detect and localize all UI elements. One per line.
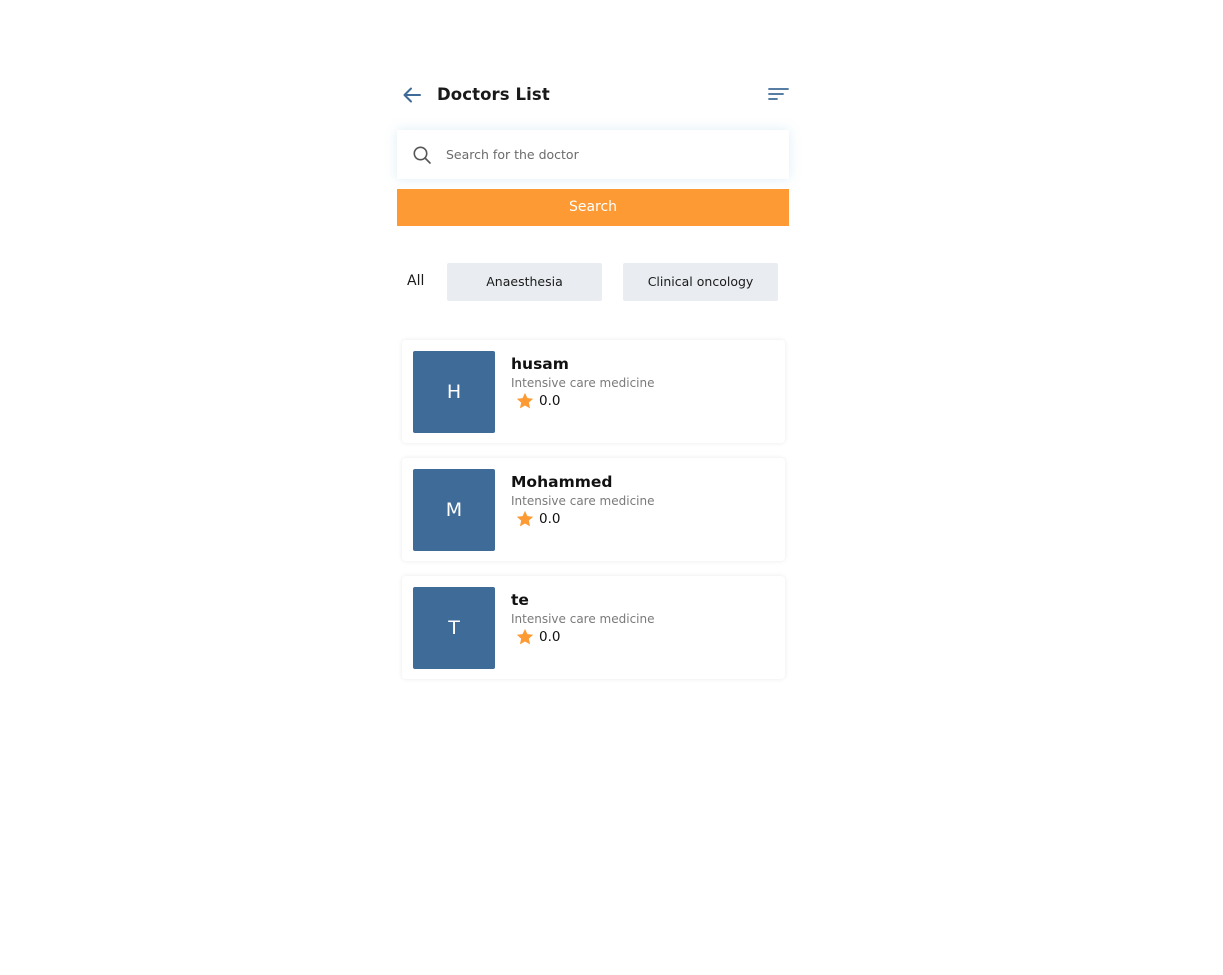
doctor-name: husam <box>511 355 569 373</box>
tab-all[interactable]: All <box>407 273 424 289</box>
search-icon <box>412 145 432 165</box>
sort-filter-button[interactable] <box>767 84 789 104</box>
star-icon <box>516 628 534 645</box>
rating-value: 0.0 <box>539 393 561 409</box>
avatar: M <box>413 469 495 551</box>
rating-value: 0.0 <box>539 629 561 645</box>
back-button[interactable] <box>401 84 423 106</box>
doctor-card[interactable]: T te Intensive care medicine 0.0 <box>402 576 785 679</box>
doctor-specialty: Intensive care medicine <box>511 494 655 508</box>
doctor-specialty: Intensive care medicine <box>511 612 655 626</box>
sort-lines-icon <box>768 88 789 100</box>
avatar: H <box>413 351 495 433</box>
doctor-specialty: Intensive care medicine <box>511 376 655 390</box>
page-title: Doctors List <box>437 85 550 104</box>
doctor-list: H husam Intensive care medicine 0.0 M Mo… <box>402 340 785 694</box>
star-icon <box>516 510 534 527</box>
tab-clinical-oncology[interactable]: Clinical oncology <box>623 263 778 301</box>
arrow-left-icon <box>403 87 421 103</box>
avatar: T <box>413 587 495 669</box>
star-icon <box>516 392 534 409</box>
doctors-list-screen: Doctors List Search All Anaesthesia Clin… <box>397 72 789 679</box>
search-bar <box>397 130 789 179</box>
doctor-name: te <box>511 591 529 609</box>
search-button[interactable]: Search <box>397 189 789 226</box>
specialty-tabs: All Anaesthesia Clinical oncology <box>397 263 789 301</box>
search-input[interactable] <box>446 140 776 168</box>
tab-anaesthesia[interactable]: Anaesthesia <box>447 263 602 301</box>
rating-value: 0.0 <box>539 511 561 527</box>
header: Doctors List <box>397 72 789 118</box>
doctor-name: Mohammed <box>511 473 613 491</box>
doctor-card[interactable]: H husam Intensive care medicine 0.0 <box>402 340 785 443</box>
doctor-card[interactable]: M Mohammed Intensive care medicine 0.0 <box>402 458 785 561</box>
